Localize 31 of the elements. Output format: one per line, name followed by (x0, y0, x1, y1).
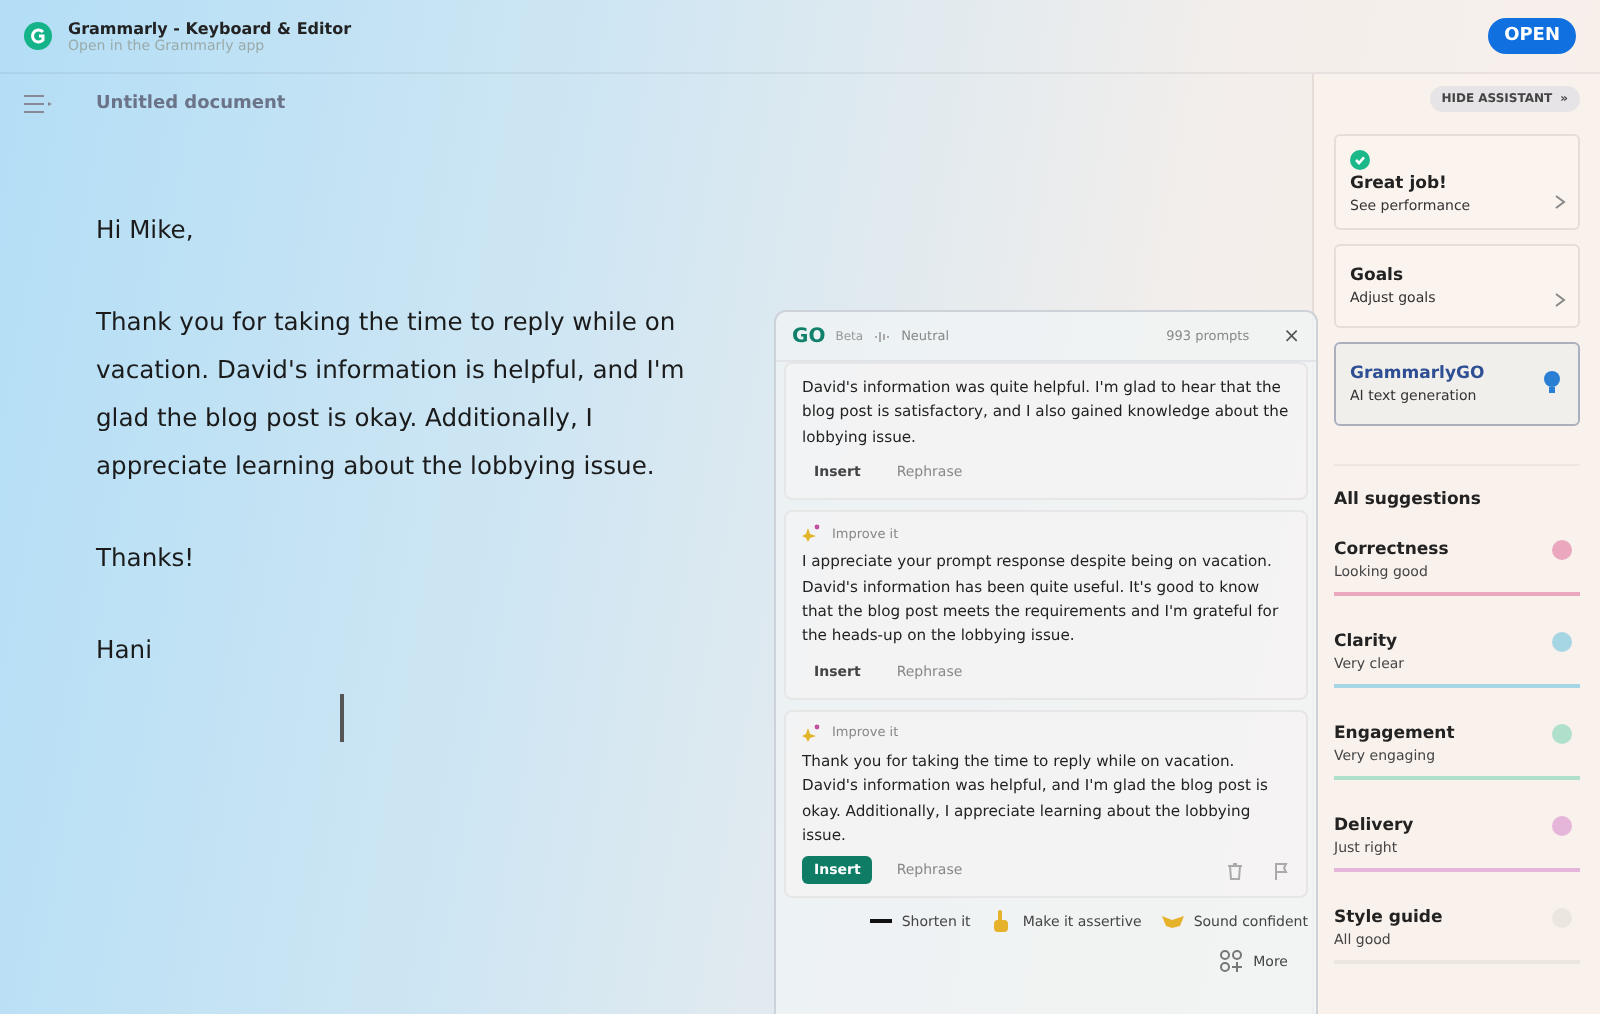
chevron-icon (1554, 292, 1566, 308)
logo-icon (24, 22, 52, 50)
card-title: GrammarlyGO (1350, 364, 1485, 384)
card-title: Great job! (1350, 174, 1447, 194)
open-button[interactable]: OPEN (1488, 18, 1576, 54)
go-logo: GO (792, 325, 826, 347)
lightbulb-icon (1542, 370, 1562, 394)
menu-icon[interactable] (24, 94, 56, 114)
check-icon (1350, 150, 1370, 170)
hand-icon (990, 910, 1013, 933)
sparkle-icon (802, 723, 820, 742)
sparkle-icon (802, 524, 820, 543)
category-name: Clarity (1334, 632, 1400, 652)
category-name: Engagement (1334, 724, 1457, 744)
card-title: Goals (1350, 266, 1404, 286)
category-name: Correctness (1334, 540, 1451, 560)
flag-icon[interactable] (1272, 861, 1290, 880)
document-paragraph: Hi Mike, (96, 214, 196, 248)
app-title: Grammarly - Keyboard & Editor (68, 19, 354, 37)
category-name: Style guide (1334, 908, 1445, 928)
close-button[interactable]: × (1283, 325, 1300, 347)
section-heading: All suggestions (1334, 464, 1580, 510)
trash-icon[interactable] (1226, 861, 1244, 880)
text-cursor (340, 694, 343, 742)
chevron-icon (1554, 194, 1566, 210)
waveform-icon (873, 329, 892, 343)
document-paragraph: Thank you for taking the time to reply while on vacation. David's information is helpful, and I'm glad the blog post is okay. Additionally, I appreciate learning about the lobbying issue. (96, 306, 687, 484)
document-paragraph: Hani (96, 634, 154, 668)
grid-icon (1219, 950, 1242, 973)
document-paragraph: Thanks! (96, 542, 197, 576)
category-name: Delivery (1334, 816, 1416, 836)
